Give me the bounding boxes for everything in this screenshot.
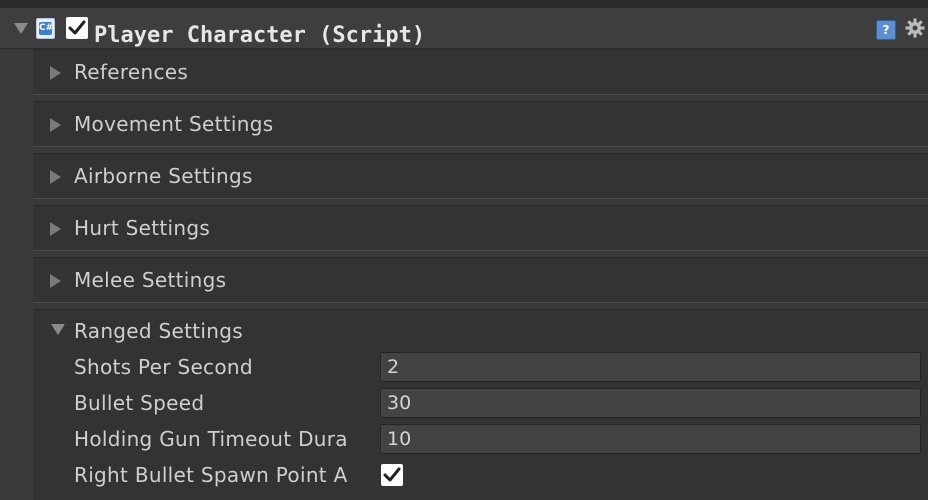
group-melee-settings[interactable]: Melee Settings [33, 257, 928, 303]
triangle-right-icon [50, 66, 61, 80]
component-enabled-checkbox[interactable] [66, 17, 88, 39]
bullet-speed-label: Bullet Speed [74, 391, 205, 415]
csharp-script-icon: C# [36, 18, 55, 39]
group-ranged-settings[interactable]: Ranged Settings Shots Per Second 2 Bulle… [33, 309, 928, 500]
right-bullet-spawn-point-label: Right Bullet Spawn Point A [74, 463, 348, 487]
triangle-right-icon [50, 222, 61, 236]
checkmark-icon [68, 20, 86, 35]
checkmark-icon [383, 467, 401, 482]
group-label: References [74, 60, 189, 84]
help-book-icon[interactable]: ? [876, 20, 896, 40]
top-strip [0, 0, 928, 8]
fold-arrow-icon[interactable] [14, 23, 28, 34]
holding-gun-timeout-field[interactable]: 10 [380, 424, 921, 454]
component-header[interactable]: C# Player Character (Script) ? [0, 8, 928, 49]
group-airborne-settings[interactable]: Airborne Settings [33, 153, 928, 199]
shots-per-second-field[interactable]: 2 [380, 352, 921, 382]
group-label: Movement Settings [74, 112, 274, 136]
gear-icon[interactable] [904, 17, 926, 39]
bullet-speed-field[interactable]: 30 [380, 388, 921, 418]
triangle-right-icon [50, 118, 61, 132]
triangle-right-icon [50, 170, 61, 184]
shots-per-second-label: Shots Per Second [74, 355, 253, 379]
group-references[interactable]: References [33, 49, 928, 95]
group-label: Ranged Settings [74, 319, 243, 343]
triangle-down-icon [51, 324, 65, 335]
script-icon-glyph: C# [39, 22, 54, 35]
group-label: Airborne Settings [74, 164, 253, 188]
group-movement-settings[interactable]: Movement Settings [33, 101, 928, 147]
group-hurt-settings[interactable]: Hurt Settings [33, 205, 928, 251]
group-label: Hurt Settings [74, 216, 211, 240]
holding-gun-timeout-label: Holding Gun Timeout Dura [74, 427, 348, 451]
right-bullet-spawn-point-checkbox[interactable] [381, 464, 403, 486]
triangle-right-icon [50, 274, 61, 288]
group-label: Melee Settings [74, 268, 227, 292]
